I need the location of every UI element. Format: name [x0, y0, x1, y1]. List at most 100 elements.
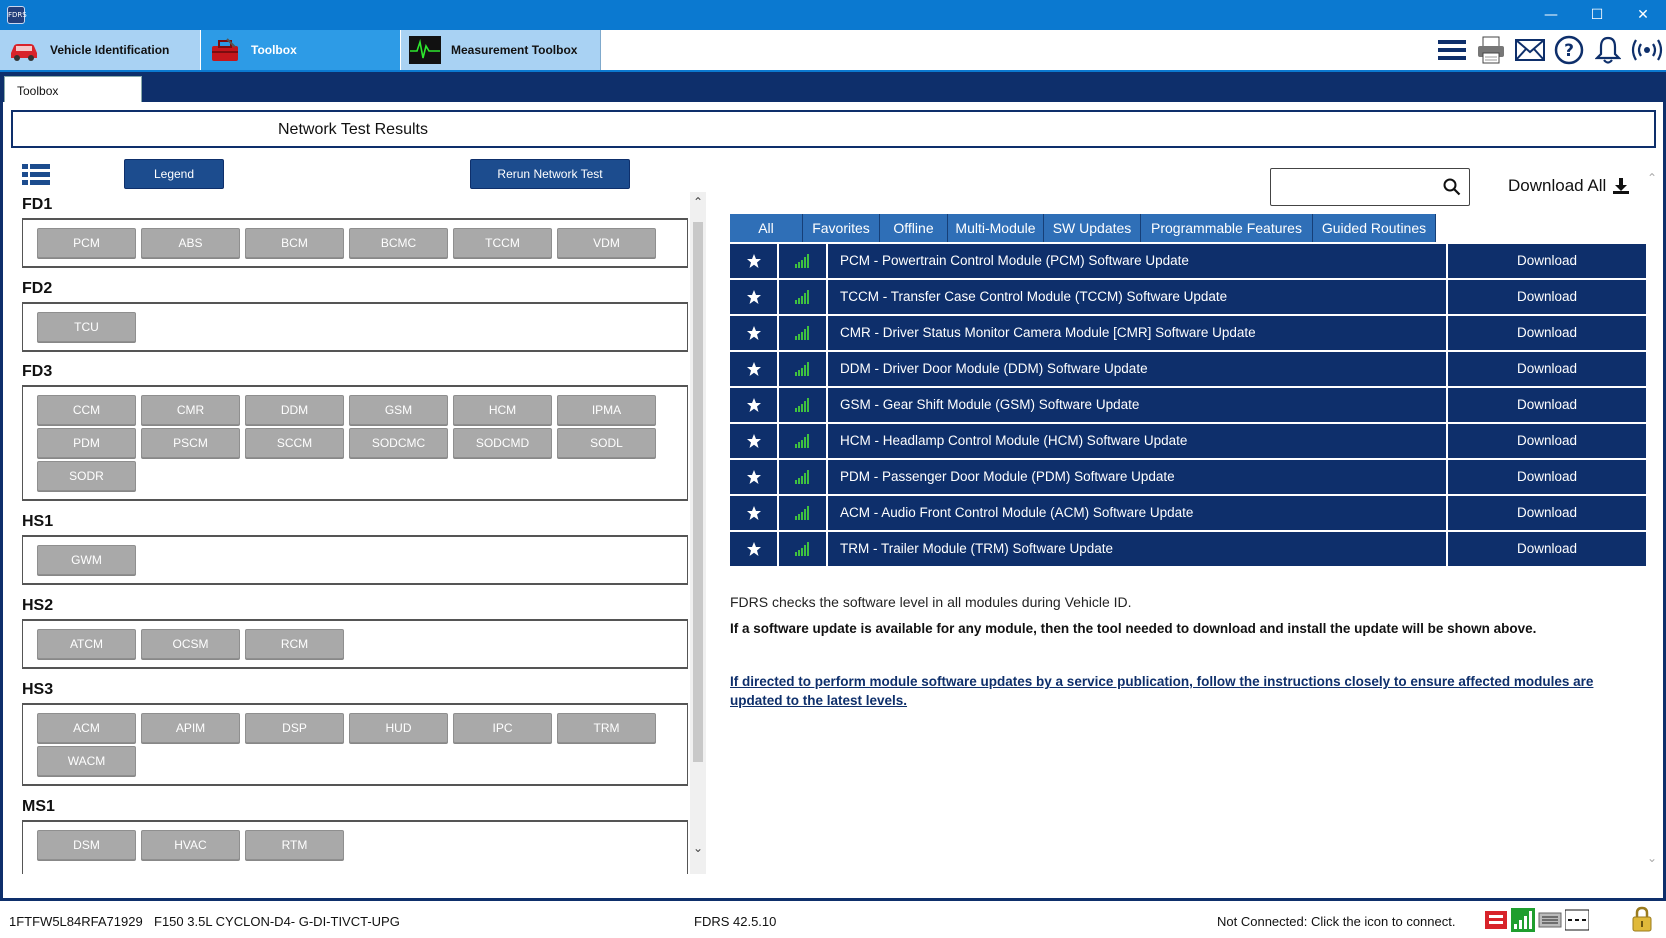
search-icon[interactable]: [1443, 178, 1461, 196]
module-pdm-button[interactable]: PDM: [37, 428, 136, 458]
download-button[interactable]: Download: [1448, 532, 1646, 566]
broadcast-icon[interactable]: [1628, 33, 1666, 67]
maximize-icon[interactable]: ☐: [1574, 0, 1620, 30]
module-dsp-button[interactable]: DSP: [245, 713, 344, 743]
filter-tab-offline[interactable]: Offline: [880, 214, 948, 242]
module-apim-button[interactable]: APIM: [141, 713, 240, 743]
result-row[interactable]: HCM - Headlamp Control Module (HCM) Soft…: [730, 424, 1646, 458]
module-gsm-button[interactable]: GSM: [349, 395, 448, 425]
module-bcmc-button[interactable]: BCMC: [349, 228, 448, 258]
result-row[interactable]: GSM - Gear Shift Module (GSM) Software U…: [730, 388, 1646, 422]
module-dsm-button[interactable]: DSM: [37, 830, 136, 860]
module-rcm-button[interactable]: RCM: [245, 629, 344, 659]
module-hud-button[interactable]: HUD: [349, 713, 448, 743]
rerun-network-test-button[interactable]: Rerun Network Test: [470, 159, 630, 189]
scroll-up-icon[interactable]: ⌃: [690, 194, 706, 210]
module-rtm-button[interactable]: RTM: [245, 830, 344, 860]
module-atcm-button[interactable]: ATCM: [37, 629, 136, 659]
result-row[interactable]: TRM - Trailer Module (TRM) Software Upda…: [730, 532, 1646, 566]
subtab-toolbox[interactable]: Toolbox: [4, 76, 142, 102]
download-button[interactable]: Download: [1448, 496, 1646, 530]
right-scroll-up-icon[interactable]: ⌃: [1644, 170, 1660, 186]
module-sodr-button[interactable]: SODR: [37, 461, 136, 491]
printer-icon[interactable]: [1472, 33, 1510, 67]
module-sodl-button[interactable]: SODL: [557, 428, 656, 458]
filter-tab-programmable-features[interactable]: Programmable Features: [1141, 214, 1313, 242]
legend-button[interactable]: Legend: [124, 159, 224, 189]
result-row[interactable]: TCCM - Transfer Case Control Module (TCC…: [730, 280, 1646, 314]
module-pscm-button[interactable]: PSCM: [141, 428, 240, 458]
favorite-star-icon[interactable]: [730, 532, 779, 566]
search-input[interactable]: [1270, 168, 1470, 206]
favorite-star-icon[interactable]: [730, 460, 779, 494]
module-sccm-button[interactable]: SCCM: [245, 428, 344, 458]
lock-icon[interactable]: [1631, 906, 1653, 932]
download-button[interactable]: Download: [1448, 244, 1646, 278]
module-sodcmc-button[interactable]: SODCMC: [349, 428, 448, 458]
module-acm-button[interactable]: ACM: [37, 713, 136, 743]
module-pcm-button[interactable]: PCM: [37, 228, 136, 258]
download-button[interactable]: Download: [1448, 352, 1646, 386]
vci-disconnected-icon[interactable]: [1484, 908, 1508, 932]
bell-icon[interactable]: [1589, 33, 1627, 67]
module-hcm-button[interactable]: HCM: [453, 395, 552, 425]
minimize-icon[interactable]: —: [1528, 0, 1574, 30]
module-bcm-button[interactable]: BCM: [245, 228, 344, 258]
list-view-icon[interactable]: [22, 163, 50, 187]
module-vdm-button[interactable]: VDM: [557, 228, 656, 258]
mail-icon[interactable]: [1511, 33, 1549, 67]
filter-tab-guided-routines[interactable]: Guided Routines: [1313, 214, 1436, 242]
help-icon[interactable]: ?: [1550, 33, 1588, 67]
module-abs-button[interactable]: ABS: [141, 228, 240, 258]
right-scrollbar[interactable]: ⌃ ⌄: [1644, 170, 1660, 870]
module-ipc-button[interactable]: IPC: [453, 713, 552, 743]
module-sodcmd-button[interactable]: SODCMD: [453, 428, 552, 458]
result-row[interactable]: CMR - Driver Status Monitor Camera Modul…: [730, 316, 1646, 350]
module-tccm-button[interactable]: TCCM: [453, 228, 552, 258]
result-row[interactable]: ACM - Audio Front Control Module (ACM) S…: [730, 496, 1646, 530]
favorite-star-icon[interactable]: [730, 352, 779, 386]
module-cmr-button[interactable]: CMR: [141, 395, 240, 425]
module-tcu-button[interactable]: TCU: [37, 312, 136, 342]
filter-tab-multi-module[interactable]: Multi-Module: [948, 214, 1044, 242]
module-ddm-button[interactable]: DDM: [245, 395, 344, 425]
scroll-down-icon[interactable]: ⌄: [690, 840, 706, 856]
filter-tab-favorites[interactable]: Favorites: [803, 214, 880, 242]
network-status-icon[interactable]: [1565, 908, 1589, 932]
right-scroll-down-icon[interactable]: ⌄: [1644, 850, 1660, 866]
favorite-star-icon[interactable]: [730, 496, 779, 530]
battery-status-icon[interactable]: [1538, 908, 1562, 932]
result-row[interactable]: DDM - Driver Door Module (DDM) Software …: [730, 352, 1646, 386]
module-hvac-button[interactable]: HVAC: [141, 830, 240, 860]
module-wacm-button[interactable]: WACM: [37, 746, 136, 776]
service-publication-link[interactable]: If directed to perform module software u…: [730, 672, 1640, 710]
menu-icon[interactable]: [1433, 33, 1471, 67]
module-trm-button[interactable]: TRM: [557, 713, 656, 743]
tab-measurement-toolbox[interactable]: Measurement Toolbox: [401, 30, 601, 70]
download-button[interactable]: Download: [1448, 424, 1646, 458]
favorite-star-icon[interactable]: [730, 424, 779, 458]
filter-tab-sw-updates[interactable]: SW Updates: [1044, 214, 1141, 242]
module-ocsm-button[interactable]: OCSM: [141, 629, 240, 659]
filter-tab-all[interactable]: All: [730, 214, 803, 242]
download-button[interactable]: Download: [1448, 460, 1646, 494]
result-row[interactable]: PDM - Passenger Door Module (PDM) Softwa…: [730, 460, 1646, 494]
module-ipma-button[interactable]: IPMA: [557, 395, 656, 425]
module-ccm-button[interactable]: CCM: [37, 395, 136, 425]
tab-toolbox[interactable]: Toolbox: [201, 30, 400, 70]
favorite-star-icon[interactable]: [730, 244, 779, 278]
signal-status-icon[interactable]: [1511, 908, 1535, 932]
tab-vehicle-identification[interactable]: Vehicle Identification: [0, 30, 200, 70]
left-scrollbar[interactable]: ⌃ ⌄: [690, 192, 706, 874]
favorite-star-icon[interactable]: [730, 316, 779, 350]
module-gwm-button[interactable]: GWM: [37, 545, 136, 575]
download-button[interactable]: Download: [1448, 388, 1646, 422]
download-all-button[interactable]: Download All: [1508, 176, 1630, 196]
close-icon[interactable]: ✕: [1620, 0, 1666, 30]
scrollbar-thumb[interactable]: [693, 222, 703, 762]
result-row[interactable]: PCM - Powertrain Control Module (PCM) So…: [730, 244, 1646, 278]
download-button[interactable]: Download: [1448, 316, 1646, 350]
favorite-star-icon[interactable]: [730, 280, 779, 314]
favorite-star-icon[interactable]: [730, 388, 779, 422]
download-button[interactable]: Download: [1448, 280, 1646, 314]
